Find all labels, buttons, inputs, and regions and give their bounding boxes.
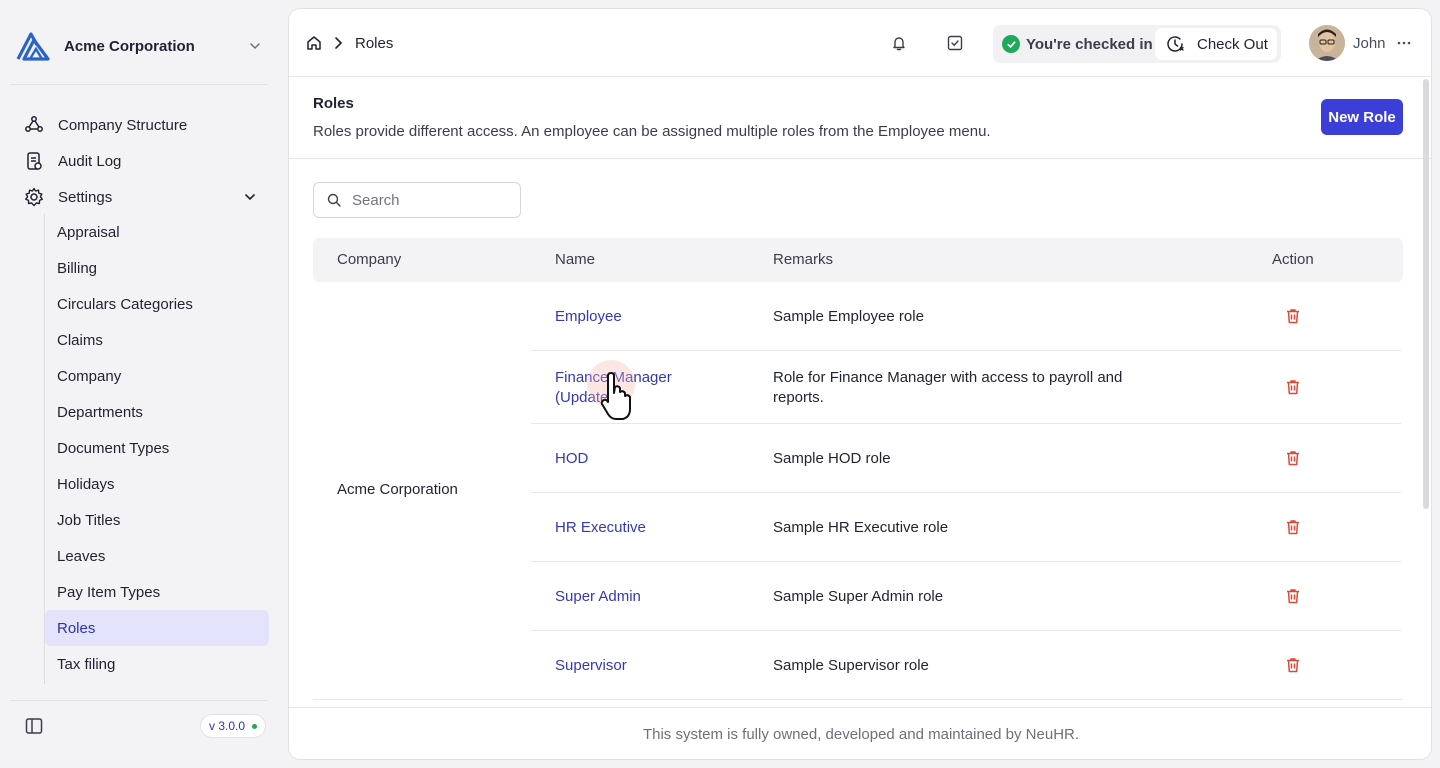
- attendance-status: You're checked in Check Out: [993, 25, 1281, 63]
- submenu-item-pay-item-types[interactable]: Pay Item Types: [45, 574, 269, 610]
- nav-label: Company Structure: [58, 116, 188, 134]
- submenu-item-billing[interactable]: Billing: [45, 250, 269, 286]
- version-badge: v 3.0.0: [200, 714, 266, 738]
- table-row: Super Admin Sample Super Admin role: [531, 562, 1401, 631]
- chevron-down-icon: [245, 194, 255, 201]
- submenu-item-appraisal[interactable]: Appraisal: [45, 214, 269, 250]
- search-input[interactable]: [352, 191, 512, 209]
- role-name-link[interactable]: Employee: [555, 307, 695, 327]
- column-header-company: Company: [337, 251, 402, 268]
- role-remarks: Sample HR Executive role: [773, 519, 949, 536]
- role-remarks: Role for Finance Manager with access to …: [773, 369, 1123, 406]
- user-menu[interactable]: John: [1309, 25, 1412, 61]
- trash-icon[interactable]: [1284, 656, 1302, 674]
- role-name-link[interactable]: HOD: [555, 449, 695, 469]
- chevron-down-icon: [250, 43, 260, 50]
- role-name-link[interactable]: Super Admin: [555, 587, 695, 607]
- role-remarks: Sample Employee role: [773, 308, 924, 325]
- column-header-name: Name: [555, 251, 596, 268]
- table-row: Finance Manager (Updated) Role for Finan…: [531, 351, 1401, 424]
- trash-icon[interactable]: [1284, 307, 1302, 325]
- nav-label: Audit Log: [58, 152, 122, 170]
- page-header: Roles Roles provide different access. An…: [289, 77, 1431, 159]
- footer-text: This system is fully owned, developed an…: [642, 726, 1080, 743]
- scrollbar-thumb[interactable]: [1423, 79, 1429, 509]
- submenu-item-company[interactable]: Company: [45, 358, 269, 394]
- checkin-status-text: You're checked in: [1026, 35, 1153, 53]
- task-check-icon[interactable]: [945, 33, 965, 53]
- submenu-item-departments[interactable]: Departments: [45, 394, 269, 430]
- role-remarks: Sample Super Admin role: [773, 588, 944, 605]
- page-description: Roles provide different access. An emplo…: [313, 123, 991, 140]
- submenu-item-claims[interactable]: Claims: [45, 322, 269, 358]
- submenu-item-job-titles[interactable]: Job Titles: [45, 502, 269, 538]
- nav-company-structure[interactable]: Company Structure: [16, 108, 268, 142]
- gear-icon: [25, 187, 43, 207]
- divider: [313, 699, 1403, 700]
- avatar: [1309, 25, 1345, 61]
- main-panel: Roles You're checked in Check Out John R…: [288, 8, 1432, 760]
- trash-icon[interactable]: [1284, 587, 1302, 605]
- submenu-item-roles[interactable]: Roles: [45, 610, 269, 646]
- trash-icon[interactable]: [1284, 378, 1302, 396]
- breadcrumb-current: Roles: [355, 34, 394, 52]
- audit-log-icon: [27, 152, 42, 170]
- company-name: Acme Corporation: [64, 37, 195, 55]
- table-row: Supervisor Sample Supervisor role: [531, 631, 1401, 700]
- company-cell: Acme Corporation: [337, 481, 458, 498]
- check-circle-icon: [1002, 35, 1020, 53]
- submenu-item-tax-filing[interactable]: Tax filing: [45, 646, 269, 682]
- chevron-right-icon: [335, 37, 343, 49]
- role-remarks: Sample Supervisor role: [773, 657, 929, 674]
- home-icon[interactable]: [305, 34, 323, 52]
- nav-audit-log[interactable]: Audit Log: [16, 144, 268, 178]
- nav-label: Settings: [58, 188, 113, 206]
- check-out-button[interactable]: Check Out: [1155, 28, 1277, 60]
- bell-icon[interactable]: [889, 33, 909, 53]
- sidebar-collapse-icon[interactable]: [24, 716, 44, 736]
- version-text: v 3.0.0: [208, 719, 246, 733]
- page-title: Roles: [313, 95, 354, 112]
- column-header-remarks: Remarks: [773, 251, 834, 268]
- acme-logo-icon: [16, 32, 50, 61]
- divider: [10, 84, 268, 85]
- online-dot: [252, 723, 258, 729]
- table-row: HR Executive Sample HR Executive role: [531, 493, 1401, 562]
- trash-icon[interactable]: [1284, 449, 1302, 467]
- search-box[interactable]: [313, 182, 521, 218]
- role-remarks: Sample HOD role: [773, 450, 891, 467]
- role-name-link[interactable]: HR Executive: [555, 518, 695, 538]
- submenu-item-holidays[interactable]: Holidays: [45, 466, 269, 502]
- role-name-link[interactable]: Finance Manager (Updated): [555, 368, 695, 408]
- footer: This system is fully owned, developed an…: [289, 707, 1431, 759]
- trash-icon[interactable]: [1284, 518, 1302, 536]
- more-horizontal-icon[interactable]: [1396, 35, 1412, 51]
- table-row: HOD Sample HOD role: [531, 424, 1401, 493]
- new-role-button[interactable]: New Role: [1321, 99, 1403, 135]
- clock-icon: [1167, 36, 1184, 52]
- topbar: Roles You're checked in Check Out John: [289, 9, 1431, 77]
- company-switcher[interactable]: Acme Corporation: [16, 30, 266, 62]
- submenu-item-leaves[interactable]: Leaves: [45, 538, 269, 574]
- user-name: John: [1353, 34, 1386, 52]
- role-name-link[interactable]: Supervisor: [555, 656, 695, 676]
- table-header: Company Name Remarks Action: [313, 238, 1403, 282]
- divider: [10, 700, 268, 701]
- breadcrumb: Roles: [305, 33, 393, 53]
- submenu-item-circulars-categories[interactable]: Circulars Categories: [45, 286, 269, 322]
- nav-settings[interactable]: Settings: [16, 180, 268, 214]
- column-header-action: Action: [1272, 251, 1314, 268]
- scrollbar[interactable]: [1423, 79, 1429, 509]
- settings-submenu: Appraisal Billing Circulars Categories C…: [44, 214, 269, 684]
- table-row: Employee Sample Employee role: [531, 282, 1401, 351]
- sidebar: Acme Corporation Company Structure Audit…: [0, 0, 280, 768]
- search-icon: [327, 193, 341, 207]
- check-out-label: Check Out: [1197, 35, 1268, 53]
- submenu-item-document-types[interactable]: Document Types: [45, 430, 269, 466]
- hierarchy-icon: [25, 116, 43, 132]
